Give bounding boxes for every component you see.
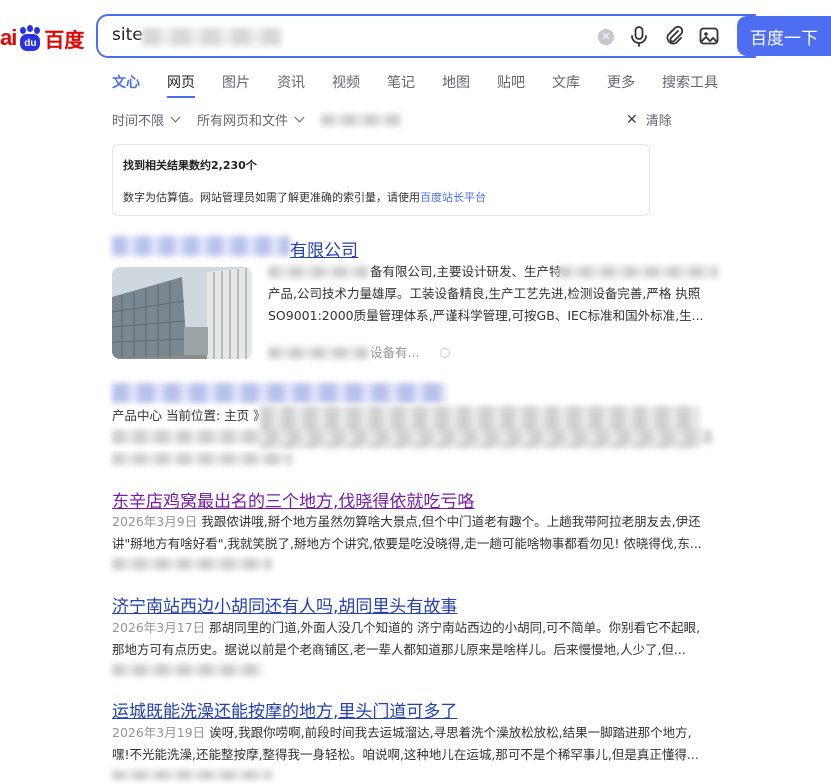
result-count-box: 找到相关结果数约2,230个 数字为估算值。网站管理员如需了解更准确的索引量，请…: [112, 144, 650, 216]
result-3-date: 2026年3月9日: [112, 514, 198, 529]
search-box[interactable]: site ✕: [96, 14, 756, 58]
result-4-snippet-line-2: 那地方可有点历史。据说以前是个老商铺区,老一辈人都知道那儿原来是啥样儿。后来慢慢…: [112, 642, 686, 657]
result-1-source-redacted: [268, 347, 368, 359]
result-1-snippet-line-3: SO9001:2000质量管理体系,严谨科学管理,可按GB、IEC标准和国外标准…: [268, 308, 704, 323]
result-4-snippet-line-1: 2026年3月17日 那胡同里的门道,外面人没几个知道的 济宁南站西边的小胡同,可…: [112, 617, 700, 639]
result-3-snippet-text-1: 我跟侬讲哦,掰个地方虽然勿算啥大景点,但个中门道老有趣个。上趟我带阿拉老朋友去,…: [201, 514, 701, 529]
result-2-title-redacted[interactable]: [112, 383, 446, 403]
result-2-snippet-redacted-2: [112, 430, 712, 444]
more-options-icon[interactable]: [440, 348, 450, 358]
result-4-source-redacted: [112, 664, 262, 676]
result-5-snippet-line-1: 2026年3月19日 诶呀,我跟你唠啊,前段时间我去运城溜达,寻思着洗个澡放松放松…: [112, 722, 692, 744]
result-4-snippet-text-1: 那胡同里的门道,外面人没几个知道的 济宁南站西边的小胡同,可不简单。你别看它不起…: [209, 620, 701, 635]
result-1-snippet-line-2: 产品,公司技术力量雄厚。工装设备精良,生产工艺先进,检测设备完善,严格 执照: [268, 286, 701, 301]
tab-wenku[interactable]: 文库: [552, 72, 580, 92]
time-filter-label: 时间不限: [112, 114, 165, 129]
result-3-snippet-line-2: 讲"掰地方有啥好看",我就笑脱了,掰地方个讲究,侬要是吃没晓得,走一趟可能啥物事…: [112, 536, 702, 551]
result-1-snippet-redacted: [268, 266, 368, 278]
result-1-title[interactable]: 有限公司: [290, 236, 358, 261]
search-tabs: 文心 网页 图片 资讯 视频 笔记 地图 贴吧 文库 更多 搜索工具: [112, 72, 745, 92]
result-4-title[interactable]: 济宁南站西边小胡同还有人吗,胡同里头有故事: [112, 592, 457, 617]
result-2-snippet-line-1: 产品中心 当前位置: 主页 》: [112, 408, 266, 423]
search-input[interactable]: site: [112, 25, 143, 45]
filter-bar: 时间不限 所有网页和文件: [112, 110, 402, 129]
result-2-source-redacted: [112, 453, 292, 465]
result-3-source-redacted: [112, 558, 272, 570]
result-count: 找到相关结果数约2,230个: [123, 159, 257, 172]
result-3-snippet-line-1: 2026年3月9日 我跟侬讲哦,掰个地方虽然勿算啥大景点,但个中门道老有趣个。上趟…: [112, 511, 701, 533]
tab-news[interactable]: 资讯: [277, 72, 305, 92]
tab-video[interactable]: 视频: [332, 72, 360, 92]
chevron-down-icon: [170, 112, 181, 123]
tab-wenxin[interactable]: 文心: [112, 72, 140, 92]
tab-search-tools[interactable]: 搜索工具: [662, 72, 718, 92]
clear-icon[interactable]: ✕: [598, 29, 614, 45]
clear-filter-label: 清除: [645, 114, 672, 129]
paw-icon: du: [17, 25, 43, 51]
image-search-icon[interactable]: [698, 25, 720, 47]
estimate-note-text: 数字为估算值。网站管理员如需了解更准确的索引量，请使用: [123, 191, 420, 204]
webmaster-platform-link[interactable]: 百度站长平台: [420, 191, 486, 204]
tab-map[interactable]: 地图: [442, 72, 470, 92]
result-5-title[interactable]: 运城既能洗澡还能按摩的地方,里头门道可多了: [112, 697, 457, 722]
baidu-logo[interactable]: ai du 百度: [0, 22, 84, 54]
result-1-snippet-line-1: 备有限公司,主要设计研发、生产特: [370, 264, 562, 279]
type-filter[interactable]: 所有网页和文件: [197, 110, 305, 129]
tab-notes[interactable]: 笔记: [387, 72, 415, 92]
result-5-snippet-text-1: 诶呀,我跟你唠啊,前段时间我去运城溜达,寻思着洗个澡放松放松,结果一脚踏进那个地…: [209, 725, 692, 740]
close-icon: ✕: [626, 111, 638, 128]
result-5-source-redacted: [112, 770, 272, 780]
result-4-date: 2026年3月17日: [112, 620, 206, 635]
result-1-source[interactable]: 设备有...: [370, 342, 419, 364]
type-filter-label: 所有网页和文件: [197, 114, 289, 129]
result-1-snippet-redacted-2: [558, 266, 718, 278]
chevron-down-icon: [294, 112, 305, 123]
time-filter[interactable]: 时间不限: [112, 110, 181, 129]
result-5-snippet-line-2: 嘿!不光能洗澡,还能整按摩,整得我一身轻松。咱说啊,这种地儿在运城,那可不是个稀…: [112, 747, 699, 762]
search-query-redacted: [142, 28, 282, 46]
attachment-icon[interactable]: [663, 25, 685, 47]
site-filter-redacted[interactable]: [321, 113, 402, 126]
tab-more[interactable]: 更多: [607, 72, 635, 92]
tab-web[interactable]: 网页: [167, 72, 195, 92]
estimate-note: 数字为估算值。网站管理员如需了解更准确的索引量，请使用百度站长平台: [123, 189, 486, 205]
microphone-icon[interactable]: [628, 25, 650, 47]
result-1-thumbnail[interactable]: [112, 267, 252, 359]
tab-images[interactable]: 图片: [222, 72, 250, 92]
result-3-title[interactable]: 东辛店鸡窝最出名的三个地方,伐晓得依就吃亏咯: [112, 487, 474, 512]
result-5-date: 2026年3月19日: [112, 725, 206, 740]
search-button[interactable]: 百度一下: [737, 16, 831, 56]
tab-underline: [167, 96, 195, 98]
logo-text-right: 百度: [44, 29, 85, 52]
clear-filter[interactable]: ✕ 清除: [626, 110, 672, 130]
logo-text-left: ai: [0, 25, 17, 50]
result-1-title-redacted[interactable]: [112, 236, 290, 256]
tab-tieba[interactable]: 贴吧: [497, 72, 525, 92]
logo-paw-text: du: [20, 34, 41, 51]
